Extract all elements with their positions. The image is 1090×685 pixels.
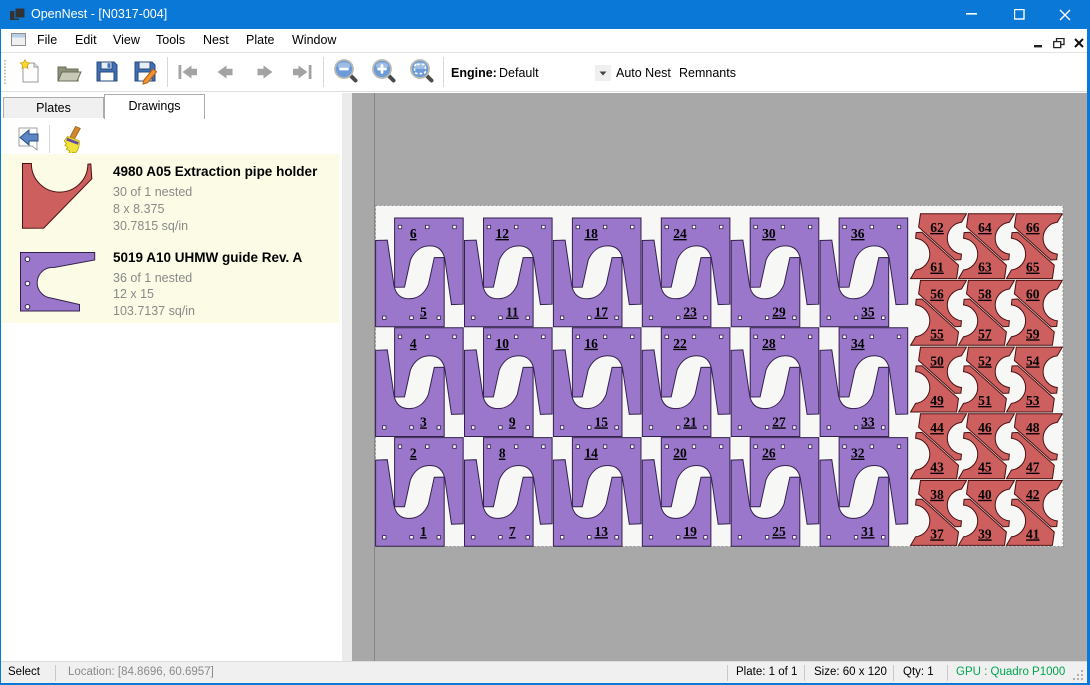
svg-text:59: 59 — [1026, 326, 1040, 341]
svg-text:1: 1 — [420, 524, 427, 539]
svg-text:56: 56 — [930, 287, 944, 302]
svg-text:24: 24 — [673, 226, 687, 241]
svg-text:11: 11 — [506, 305, 519, 320]
svg-text:21: 21 — [683, 414, 697, 429]
svg-text:33: 33 — [861, 414, 875, 429]
svg-text:57: 57 — [978, 326, 992, 341]
svg-text:14: 14 — [584, 446, 598, 461]
svg-text:37: 37 — [930, 526, 944, 541]
svg-text:52: 52 — [978, 353, 992, 368]
svg-text:17: 17 — [594, 305, 608, 320]
svg-text:61: 61 — [930, 260, 944, 275]
svg-text:26: 26 — [762, 446, 776, 461]
svg-text:8: 8 — [499, 446, 506, 461]
svg-text:32: 32 — [851, 446, 865, 461]
svg-text:45: 45 — [978, 460, 992, 475]
svg-text:43: 43 — [930, 460, 944, 475]
svg-text:66: 66 — [1026, 220, 1040, 235]
svg-text:39: 39 — [978, 526, 992, 541]
svg-text:48: 48 — [1026, 420, 1040, 435]
svg-text:16: 16 — [584, 336, 598, 351]
svg-text:31: 31 — [861, 524, 875, 539]
svg-text:5: 5 — [420, 305, 427, 320]
svg-text:4: 4 — [410, 336, 417, 351]
svg-text:29: 29 — [772, 305, 786, 320]
svg-text:38: 38 — [930, 487, 944, 502]
svg-text:47: 47 — [1026, 460, 1040, 475]
svg-text:60: 60 — [1026, 287, 1040, 302]
svg-text:2: 2 — [410, 446, 417, 461]
svg-text:27: 27 — [772, 414, 786, 429]
svg-text:55: 55 — [930, 326, 944, 341]
svg-text:7: 7 — [509, 524, 516, 539]
svg-text:49: 49 — [930, 393, 944, 408]
svg-text:28: 28 — [762, 336, 776, 351]
svg-text:25: 25 — [772, 524, 786, 539]
svg-text:3: 3 — [420, 414, 427, 429]
svg-text:15: 15 — [594, 414, 608, 429]
svg-text:63: 63 — [978, 260, 992, 275]
svg-text:19: 19 — [683, 524, 697, 539]
svg-text:51: 51 — [978, 393, 992, 408]
svg-text:44: 44 — [930, 420, 944, 435]
svg-text:18: 18 — [584, 226, 598, 241]
svg-text:10: 10 — [495, 336, 509, 351]
svg-text:23: 23 — [683, 305, 697, 320]
svg-text:20: 20 — [673, 446, 687, 461]
svg-text:58: 58 — [978, 287, 992, 302]
svg-text:12: 12 — [495, 226, 509, 241]
svg-text:9: 9 — [509, 414, 516, 429]
svg-text:41: 41 — [1026, 526, 1040, 541]
svg-text:46: 46 — [978, 420, 992, 435]
svg-text:64: 64 — [978, 220, 992, 235]
svg-text:22: 22 — [673, 336, 687, 351]
svg-text:42: 42 — [1026, 487, 1040, 502]
svg-text:34: 34 — [851, 336, 865, 351]
svg-text:36: 36 — [851, 226, 865, 241]
svg-text:6: 6 — [410, 226, 417, 241]
svg-text:50: 50 — [930, 353, 944, 368]
svg-text:65: 65 — [1026, 260, 1040, 275]
svg-text:53: 53 — [1026, 393, 1040, 408]
svg-text:30: 30 — [762, 226, 776, 241]
svg-text:35: 35 — [861, 305, 875, 320]
svg-text:54: 54 — [1026, 353, 1040, 368]
svg-text:62: 62 — [930, 220, 944, 235]
svg-text:40: 40 — [978, 487, 992, 502]
svg-text:13: 13 — [594, 524, 608, 539]
